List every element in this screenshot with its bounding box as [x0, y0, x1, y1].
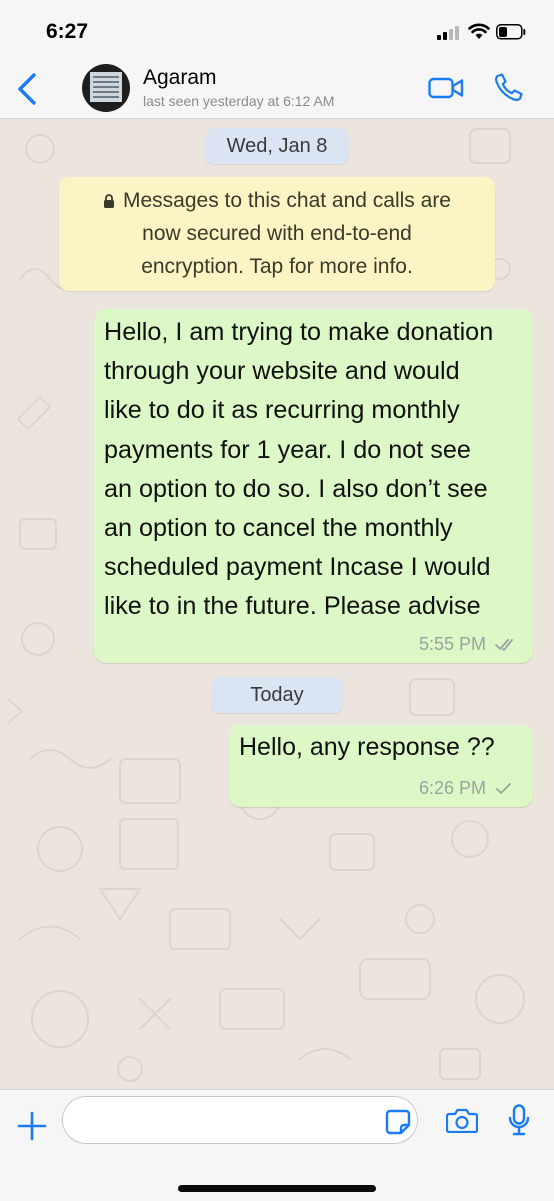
- message-line: through your website and would: [104, 357, 460, 386]
- wifi-icon: [468, 23, 490, 39]
- input-bar: [0, 1089, 554, 1201]
- outgoing-message[interactable]: Hello, any response ?? 6:26 PM: [229, 725, 533, 807]
- message-line: Hello, I am trying to make donation: [104, 318, 494, 346]
- back-chevron-icon[interactable]: [14, 72, 40, 106]
- date-separator: Wed, Jan 8: [205, 128, 349, 164]
- message-input[interactable]: [62, 1096, 418, 1144]
- message-meta: 6:26 PM: [419, 778, 513, 799]
- message-line: like to do it as recurring monthly: [104, 396, 460, 425]
- date-separator: Today: [211, 677, 343, 713]
- sticker-icon[interactable]: [384, 1108, 412, 1136]
- message-line: payments for 1 year. I do not see: [104, 435, 471, 464]
- video-call-icon[interactable]: [428, 76, 464, 100]
- date-separator-label: Wed, Jan 8: [226, 135, 328, 157]
- lock-icon: [103, 194, 114, 208]
- chat-area[interactable]: Wed, Jan 8 Messages to this chat and cal…: [0, 119, 554, 1089]
- microphone-icon[interactable]: [508, 1104, 530, 1136]
- message-time: 5:55 PM: [418, 634, 486, 654]
- avatar[interactable]: [82, 64, 130, 112]
- plus-icon[interactable]: [16, 1110, 48, 1142]
- camera-icon[interactable]: [446, 1107, 478, 1133]
- message-line: scheduled payment Incase I would: [104, 553, 491, 582]
- encryption-notice-line: encryption. Tap for more info.: [141, 255, 413, 278]
- signal-icon: [437, 26, 463, 40]
- date-separator-label: Today: [250, 684, 304, 706]
- status-time: 6:27: [46, 20, 89, 43]
- message-line: an option to cancel the monthly: [104, 514, 453, 543]
- message-line: an option to do so. I also don’t see: [104, 474, 488, 503]
- encryption-notice[interactable]: Messages to this chat and calls are now …: [59, 177, 495, 291]
- double-check-icon: [495, 639, 513, 651]
- message-text: Hello, I am trying to make donation thro…: [104, 313, 532, 627]
- message-meta: 5:55 PM: [419, 634, 519, 655]
- contact-name[interactable]: Agaram: [143, 66, 217, 90]
- last-seen-status: last seen yesterday at 6:12 AM: [143, 93, 335, 109]
- home-indicator: [178, 1185, 376, 1192]
- battery-icon: [496, 24, 526, 40]
- outgoing-message[interactable]: Hello, I am trying to make donation thro…: [94, 309, 533, 663]
- chat-header: 6:27 Agaram last seen yesterday at 6:12 …: [0, 0, 554, 119]
- message-line: like to in the future. Please advise: [104, 592, 481, 621]
- encryption-notice-line: now secured with end-to-end: [142, 222, 412, 245]
- message-time: 6:26 PM: [418, 778, 486, 798]
- single-check-icon: [496, 783, 511, 794]
- encryption-notice-line: Messages to this chat and calls are: [122, 189, 451, 212]
- message-text: Hello, any response ??: [239, 733, 495, 761]
- phone-call-icon[interactable]: [494, 72, 524, 102]
